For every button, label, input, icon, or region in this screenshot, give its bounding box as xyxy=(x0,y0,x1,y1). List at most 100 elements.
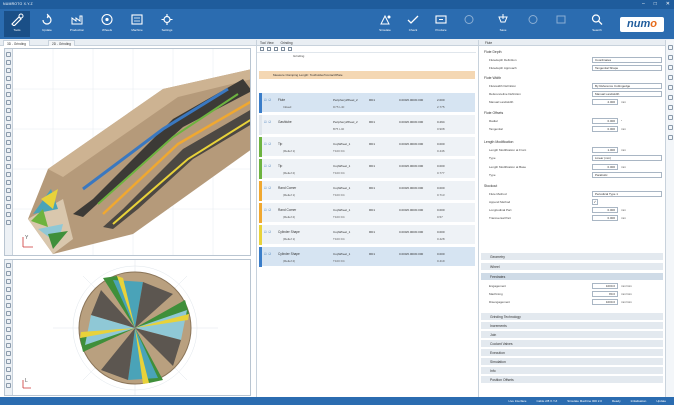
tab-3d-grinding[interactable]: 3D - Grinding xyxy=(3,40,30,46)
length-mod-base-type-select[interactable]: Parabolic xyxy=(592,172,662,178)
length-mod-front-input[interactable]: 1.000 xyxy=(592,147,618,153)
fit-icon[interactable] xyxy=(6,76,11,81)
disengagement-feed-input[interactable]: 1000.0 xyxy=(592,299,618,305)
ribbon-update-button[interactable]: Update xyxy=(34,11,60,37)
view-front-icon[interactable] xyxy=(6,108,11,113)
tab-grinding[interactable]: Grinding xyxy=(280,41,292,45)
table-row[interactable]: ☑ ☑ Tip (Relief 1) CupWheel_1 T100 D4 RD… xyxy=(259,137,475,157)
radial-offset-input[interactable]: 0.000 xyxy=(592,118,618,124)
side-tool-3-icon[interactable] xyxy=(667,65,673,70)
ribbon-machine-button[interactable]: Machine xyxy=(124,11,150,37)
side-tool-5-icon[interactable] xyxy=(667,85,673,90)
end-reset-icon[interactable] xyxy=(6,351,11,356)
wire-icon[interactable] xyxy=(6,156,11,161)
copy-op-icon[interactable] xyxy=(288,47,292,51)
export-icon[interactable] xyxy=(6,220,11,225)
ribbon-check-button[interactable]: Check xyxy=(400,11,426,37)
ribbon-save-button[interactable]: Save xyxy=(490,11,516,37)
side-tool-2-icon[interactable] xyxy=(667,55,673,60)
table-row[interactable]: ☑ ☑ Cylinder Shape (Relief 1) CupWheel_1… xyxy=(259,225,475,245)
camera-icon[interactable] xyxy=(6,180,11,185)
section-info[interactable]: Info xyxy=(481,366,663,374)
ruler-icon[interactable] xyxy=(6,188,11,193)
axis-icon[interactable] xyxy=(6,204,11,209)
length-mod-base-input[interactable]: 0.000 xyxy=(592,164,618,170)
table-row[interactable]: ☑ ☑ Flute Infeed PeripheryWheel_2 D75 L4… xyxy=(259,93,475,113)
flute-method-select[interactable]: Periodical Type 1 xyxy=(592,191,662,197)
minimize-button[interactable]: – xyxy=(642,1,645,7)
section-execution[interactable]: Execution xyxy=(481,348,663,356)
section-position-offsets[interactable]: Position Offsets xyxy=(481,375,663,383)
ribbon-disabled-button-3[interactable] xyxy=(548,11,574,37)
tab-2d-grinding[interactable]: 2D - Grinding xyxy=(48,40,75,46)
section-wheel[interactable]: Wheel xyxy=(481,262,663,270)
end-axis-icon[interactable] xyxy=(6,383,11,388)
append-method-checkbox[interactable]: ✓ xyxy=(592,199,598,205)
flutedepth-approach-select[interactable]: Tangential Shape xyxy=(592,65,662,71)
ribbon-produce-button[interactable]: Produce xyxy=(428,11,454,37)
move-up-icon[interactable] xyxy=(274,47,278,51)
view-side-icon[interactable] xyxy=(6,116,11,121)
end-light-icon[interactable] xyxy=(6,311,11,316)
rotate-icon[interactable] xyxy=(6,52,11,57)
table-row[interactable]: ☑ ☑ Cylinder Shape (Relief 2) CupWheel_1… xyxy=(259,247,475,267)
section-grinding-technology[interactable]: Grinding Technology xyxy=(481,312,663,320)
table-row[interactable]: ☑ ☑ Tip (Relief 2) CupWheel_1 T100 D4 RD… xyxy=(259,159,475,179)
end-grid-icon[interactable] xyxy=(6,319,11,324)
end-measure-icon[interactable] xyxy=(6,303,11,308)
side-tool-4-icon[interactable] xyxy=(667,75,673,80)
machining-feed-input[interactable]: 80.0 xyxy=(592,291,618,297)
zoom-icon[interactable] xyxy=(6,68,11,73)
referenceline-select[interactable]: Manual Landwidth xyxy=(592,91,662,97)
end-ruler-icon[interactable] xyxy=(6,367,11,372)
ribbon-simulate-button[interactable]: Simulate xyxy=(372,11,398,37)
reset-view-icon[interactable] xyxy=(6,172,11,177)
side-tool-9-icon[interactable] xyxy=(667,125,673,130)
tab-tool-view[interactable]: Tool View xyxy=(260,41,274,45)
ribbon-production-button[interactable]: Production xyxy=(64,11,90,37)
tangential-offset-input[interactable]: 0.000 xyxy=(592,126,618,132)
shade-icon[interactable] xyxy=(6,164,11,169)
color-icon[interactable] xyxy=(6,148,11,153)
end-color-icon[interactable] xyxy=(6,327,11,332)
section-increments[interactable]: Increments xyxy=(481,321,663,329)
grid-icon[interactable] xyxy=(6,140,11,145)
table-row[interactable]: ☑ ☑ Rand Corner (Relief 1) CupWheel_1 T1… xyxy=(259,181,475,201)
add-op-icon[interactable] xyxy=(260,47,264,51)
section-simulation[interactable]: Simulation xyxy=(481,357,663,365)
end-wire-icon[interactable] xyxy=(6,335,11,340)
flutedepth-definition-select[interactable]: Coordinates xyxy=(592,57,662,63)
table-row[interactable]: ☑ ☑ Gashlube PeripheryWheel_2 B75 L40 RD… xyxy=(259,115,475,135)
manual-landwidth-input[interactable]: 2.000 xyxy=(592,99,618,105)
remove-op-icon[interactable] xyxy=(267,47,271,51)
side-tool-8-icon[interactable] xyxy=(667,115,673,120)
view-iso-icon[interactable] xyxy=(6,132,11,137)
measure-icon[interactable] xyxy=(6,92,11,97)
move-down-icon[interactable] xyxy=(281,47,285,51)
longitudinal-part-input[interactable]: 0.000 xyxy=(592,207,618,213)
ribbon-settings-button[interactable]: Settings xyxy=(154,11,180,37)
end-fit-icon[interactable] xyxy=(6,287,11,292)
section-feedrates[interactable]: Feedrates xyxy=(481,272,663,280)
section-join[interactable]: Join xyxy=(481,330,663,338)
side-tool-1-icon[interactable] xyxy=(667,45,673,50)
ribbon-wheels-button[interactable]: Wheels xyxy=(94,11,120,37)
clamping-length-row[interactable]: Measure Clamping Length: Toolholder/Cont… xyxy=(259,71,475,79)
maximize-button[interactable]: □ xyxy=(654,1,657,7)
end-shade-icon[interactable] xyxy=(6,343,11,348)
ribbon-tools-button[interactable]: Tools xyxy=(4,11,30,37)
pan-icon[interactable] xyxy=(6,60,11,65)
side-tool-6-icon[interactable] xyxy=(667,95,673,100)
section-coolant-valves[interactable]: Coolant Valves xyxy=(481,339,663,347)
ribbon-disabled-button-2[interactable] xyxy=(520,11,546,37)
close-button[interactable]: ✕ xyxy=(666,1,670,7)
table-row[interactable]: ☑ ☑ Rand Corner (Relief 2) CupWheel_1 T1… xyxy=(259,203,475,223)
length-mod-front-type-select[interactable]: Linear (mm) xyxy=(592,155,662,161)
clip-icon[interactable] xyxy=(6,196,11,201)
end-clip-icon[interactable] xyxy=(6,375,11,380)
end-camera-icon[interactable] xyxy=(6,359,11,364)
transversal-part-input[interactable]: 0.000 xyxy=(592,215,618,221)
section-icon[interactable] xyxy=(6,84,11,89)
light-icon[interactable] xyxy=(6,100,11,105)
end-rotate-icon[interactable] xyxy=(6,263,11,268)
